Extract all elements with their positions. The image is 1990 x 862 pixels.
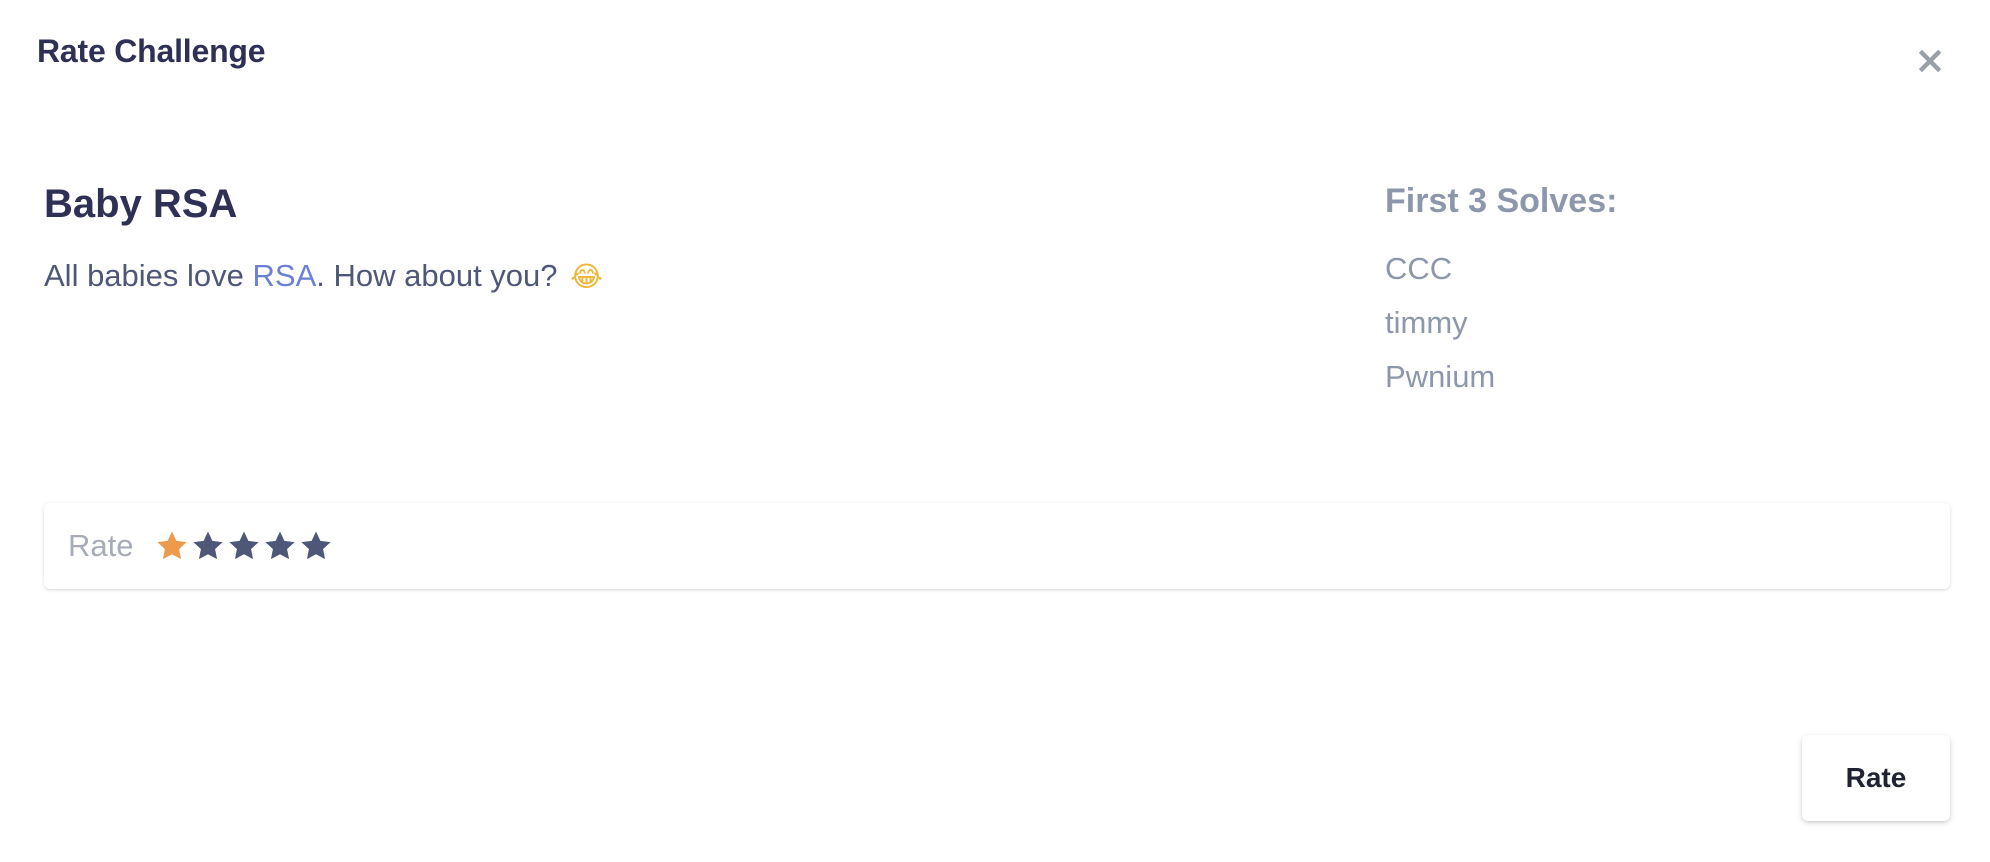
solver-item: CCC	[1385, 251, 1453, 286]
first-solves-title: First 3 Solves:	[1385, 182, 1618, 220]
rating-card: Rate	[44, 503, 1950, 589]
star-icon[interactable]	[191, 529, 225, 563]
modal-title: Rate Challenge	[37, 33, 266, 69]
description-prefix: All babies love	[44, 258, 253, 293]
star-icon[interactable]	[263, 529, 297, 563]
rsa-link[interactable]: RSA	[253, 258, 317, 293]
challenge-name: Baby RSA	[44, 182, 238, 226]
star-icon[interactable]	[155, 529, 189, 563]
star-icon[interactable]	[299, 529, 333, 563]
solver-item: Pwnium	[1385, 359, 1496, 394]
first-solves-list: CCC timmy Pwnium	[1385, 246, 1495, 408]
star-rating	[155, 529, 333, 563]
rate-challenge-modal: Rate Challenge × Baby RSA All babies lov…	[0, 0, 1990, 862]
rate-submit-button[interactable]: Rate	[1802, 735, 1950, 821]
challenge-description: All babies love RSA. How about you? 😂	[44, 258, 603, 294]
star-icon[interactable]	[227, 529, 261, 563]
solver-item: timmy	[1385, 305, 1468, 340]
close-button[interactable]: ×	[1910, 40, 1950, 80]
rating-label: Rate	[68, 528, 134, 563]
laughing-emoji-icon: 😂	[570, 260, 603, 293]
description-suffix: . How about you?	[316, 258, 558, 293]
